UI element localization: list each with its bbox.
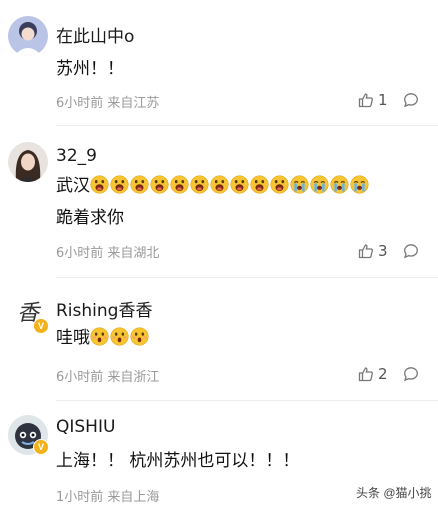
emoji-row (90, 175, 370, 196)
astonished-face-icon (130, 327, 149, 346)
like-count: 2 (378, 365, 388, 383)
like-count: 1 (378, 91, 388, 109)
screaming-face-icon (270, 175, 289, 194)
comment-meta: 6小时前 来自浙江 (56, 370, 160, 385)
comment-text: 上海！！ 杭州苏州也可以！！！ (56, 451, 300, 471)
crying-face-icon (310, 175, 329, 194)
astonished-face-icon (110, 327, 129, 346)
comment-text: 苏州！！ (56, 59, 124, 79)
comment-text: 哇哦 (56, 324, 150, 352)
reply-button[interactable] (403, 243, 419, 263)
username[interactable]: QISHIU (56, 417, 115, 437)
crying-face-icon (350, 175, 369, 194)
like-button[interactable]: 3 (358, 242, 388, 260)
comment-item: 香 V Rishing香香 哇哦 6小时前 来自浙江 2 (0, 278, 438, 400)
username[interactable]: 32_9 (56, 146, 97, 166)
screaming-face-icon (170, 175, 189, 194)
thumbs-up-icon (358, 367, 373, 382)
crying-face-icon (290, 175, 309, 194)
username[interactable]: 在此山中o (56, 22, 134, 47)
comment-text-line2: 跪着求你 (56, 208, 124, 228)
comment-meta: 1小时前 来自上海 (56, 490, 160, 505)
screaming-face-icon (230, 175, 249, 194)
screaming-face-icon (110, 175, 129, 194)
screaming-face-icon (130, 175, 149, 194)
like-count: 3 (378, 242, 388, 260)
like-button[interactable]: 1 (358, 91, 388, 109)
comment-bubble-icon (403, 93, 418, 108)
comment-item: 在此山中o 苏州！！ 6小时前 来自江苏 1 (0, 0, 438, 125)
screaming-face-icon (150, 175, 169, 194)
reply-button[interactable] (403, 366, 419, 386)
avatar[interactable] (8, 16, 48, 56)
emoji-row (90, 327, 150, 348)
screaming-face-icon (250, 175, 269, 194)
thumbs-up-icon (358, 244, 373, 259)
astonished-face-icon (90, 327, 109, 346)
comment-text: 武汉 (56, 172, 370, 200)
username[interactable]: Rishing香香 (56, 296, 152, 321)
crying-face-icon (330, 175, 349, 194)
screaming-face-icon (90, 175, 109, 194)
watermark: 头条 @猫小挑 (356, 486, 432, 500)
thumbs-up-icon (358, 93, 373, 108)
avatar[interactable] (8, 142, 48, 182)
screaming-face-icon (210, 175, 229, 194)
screaming-face-icon (190, 175, 209, 194)
comment-bubble-icon (403, 244, 418, 259)
reply-button[interactable] (403, 92, 419, 112)
like-button[interactable]: 2 (358, 365, 388, 383)
verified-badge: V (33, 318, 49, 334)
verified-badge: V (33, 439, 49, 455)
comment-meta: 6小时前 来自湖北 (56, 246, 160, 261)
comment-bubble-icon (403, 367, 418, 382)
comment-meta: 6小时前 来自江苏 (56, 96, 160, 111)
comment-item: 32_9 武汉 跪着求你 6小时前 来自湖北 3 (0, 126, 438, 277)
